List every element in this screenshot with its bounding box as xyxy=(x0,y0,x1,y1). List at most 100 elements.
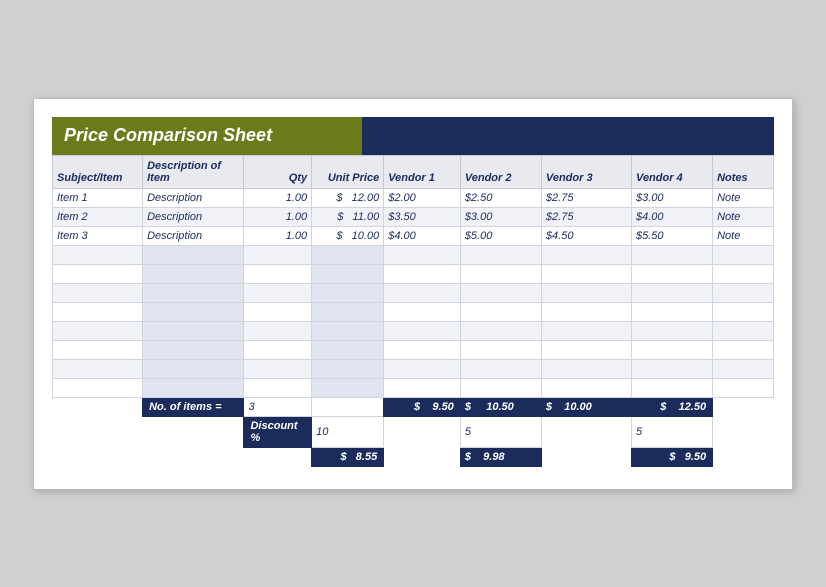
empty-notes xyxy=(713,264,774,283)
v2-discount: 5 xyxy=(460,416,541,447)
empty-v4 xyxy=(632,245,713,264)
cell-qty: 1.00 xyxy=(244,188,312,207)
empty-row xyxy=(53,321,774,340)
v2-sub-dollar: $ 10.50 xyxy=(460,397,541,416)
empty-desc xyxy=(143,283,244,302)
empty-qty xyxy=(244,378,312,397)
empty-v1 xyxy=(384,378,461,397)
empty-row xyxy=(53,245,774,264)
empty-unit xyxy=(312,264,384,283)
empty-row xyxy=(53,264,774,283)
col-v3-header: Vendor 3 xyxy=(541,155,631,188)
col-v4-header: Vendor 4 xyxy=(632,155,713,188)
cell-v3: $4.50 xyxy=(541,226,631,245)
empty-v2 xyxy=(460,302,541,321)
empty-v1 xyxy=(384,245,461,264)
empty-unit xyxy=(312,321,384,340)
empty-notes xyxy=(713,359,774,378)
v2-total-dollar: $ 9.98 xyxy=(460,447,541,466)
empty-desc xyxy=(143,340,244,359)
cell-v4: $3.00 xyxy=(632,188,713,207)
empty-desc xyxy=(143,378,244,397)
empty-subject xyxy=(53,340,143,359)
empty-row xyxy=(53,340,774,359)
cell-v3: $2.75 xyxy=(541,207,631,226)
empty-v2 xyxy=(460,340,541,359)
v3-total-dollar: $ 9.50 xyxy=(632,447,713,466)
empty-v2 xyxy=(460,359,541,378)
empty-v2 xyxy=(460,378,541,397)
empty-v4 xyxy=(632,302,713,321)
empty-v4 xyxy=(632,340,713,359)
empty-row xyxy=(53,378,774,397)
cell-unit: $ 11.00 xyxy=(312,207,384,226)
v3-discount: 5 xyxy=(632,416,713,447)
discount-label: Discount % xyxy=(244,416,312,447)
empty-v3 xyxy=(541,264,631,283)
empty-subject xyxy=(53,264,143,283)
empty-desc xyxy=(143,321,244,340)
empty-v4 xyxy=(632,321,713,340)
empty-subject xyxy=(53,378,143,397)
empty-desc xyxy=(143,264,244,283)
empty-v3 xyxy=(541,378,631,397)
col-qty-header: Qty xyxy=(244,155,312,188)
empty-v4 xyxy=(632,359,713,378)
cell-v2: $2.50 xyxy=(460,188,541,207)
table-row: Item 1 Description 1.00 $ 12.00 $2.00 $2… xyxy=(53,188,774,207)
empty-notes xyxy=(713,245,774,264)
empty-qty xyxy=(244,340,312,359)
v1-discount: 10 xyxy=(312,416,384,447)
header-row: Price Comparison Sheet xyxy=(52,117,774,155)
col-subject-header: Subject/Item xyxy=(53,155,143,188)
empty-notes xyxy=(713,378,774,397)
empty-v4 xyxy=(632,283,713,302)
empty-v2 xyxy=(460,321,541,340)
empty-v1 xyxy=(384,264,461,283)
empty-qty xyxy=(244,321,312,340)
cell-qty: 1.00 xyxy=(244,207,312,226)
cell-desc: Description xyxy=(143,207,244,226)
empty-unit xyxy=(312,359,384,378)
col-v2-header: Vendor 2 xyxy=(460,155,541,188)
col-unit-header: Unit Price xyxy=(312,155,384,188)
table-row: Item 3 Description 1.00 $ 10.00 $4.00 $5… xyxy=(53,226,774,245)
cell-notes: Note xyxy=(713,207,774,226)
header-accent xyxy=(362,117,774,155)
cell-subject: Item 1 xyxy=(53,188,143,207)
empty-unit xyxy=(312,340,384,359)
empty-v3 xyxy=(541,302,631,321)
v1-sub-dollar: $ 9.50 xyxy=(384,397,461,416)
subtotal-row: No. of items = 3 $ 9.50 $ 10.50 $ 10.00 … xyxy=(53,397,774,416)
empty-qty xyxy=(244,264,312,283)
cell-desc: Description xyxy=(143,226,244,245)
col-desc-header: Description of Item xyxy=(143,155,244,188)
empty-v3 xyxy=(541,340,631,359)
empty-v1 xyxy=(384,359,461,378)
cell-v2: $3.00 xyxy=(460,207,541,226)
empty-unit xyxy=(312,378,384,397)
v1-total-dollar: $ 8.55 xyxy=(312,447,384,466)
cell-v1: $3.50 xyxy=(384,207,461,226)
empty-row xyxy=(53,283,774,302)
total-row: $ 8.55 $ 9.98 $ 9.50 xyxy=(53,447,774,466)
cell-notes: Note xyxy=(713,188,774,207)
empty-notes xyxy=(713,283,774,302)
empty-subject xyxy=(53,302,143,321)
empty-v3 xyxy=(541,359,631,378)
title-background: Price Comparison Sheet xyxy=(52,117,362,155)
empty-row xyxy=(53,359,774,378)
empty-subject xyxy=(53,245,143,264)
empty-v1 xyxy=(384,321,461,340)
empty-subject xyxy=(53,359,143,378)
discount-row: Discount % 10 5 5 xyxy=(53,416,774,447)
empty-qty xyxy=(244,359,312,378)
cell-v1: $4.00 xyxy=(384,226,461,245)
empty-qty xyxy=(244,283,312,302)
cell-unit: $ 10.00 xyxy=(312,226,384,245)
empty-notes xyxy=(713,340,774,359)
empty-notes xyxy=(713,302,774,321)
price-comparison-sheet: Price Comparison Sheet Subject/Item Desc… xyxy=(33,98,793,490)
empty-desc xyxy=(143,245,244,264)
empty-v1 xyxy=(384,302,461,321)
